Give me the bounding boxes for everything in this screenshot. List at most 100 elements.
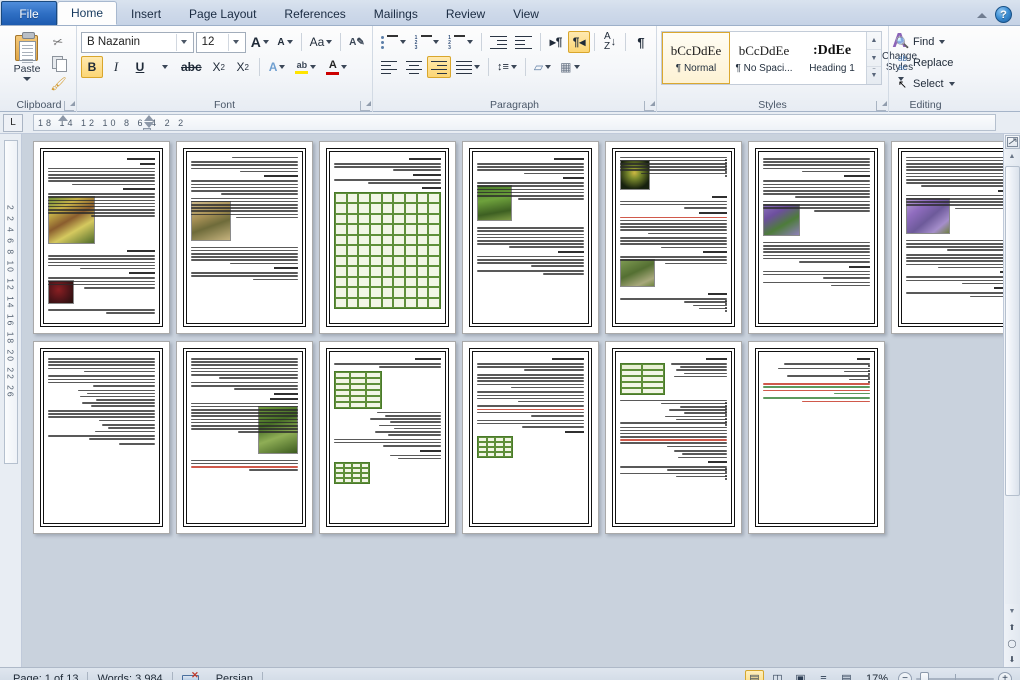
style-no-spacing[interactable]: bCcDdEe ¶ No Spaci... <box>730 32 798 84</box>
align-right-button[interactable] <box>427 56 451 78</box>
view-web-layout-button[interactable]: ▣ <box>791 670 810 680</box>
page-thumbnail-11[interactable] <box>462 341 599 534</box>
shading-button[interactable]: ▱ <box>530 56 555 78</box>
scroll-track[interactable] <box>1004 164 1020 604</box>
page-thumbnail-3[interactable] <box>319 141 456 334</box>
tab-file[interactable]: File <box>1 1 57 25</box>
zoom-level[interactable]: 17% <box>860 673 894 680</box>
page-thumbnail-1[interactable] <box>33 141 170 334</box>
style-heading-1[interactable]: :DdEe Heading 1 <box>798 32 866 84</box>
tab-home[interactable]: Home <box>57 1 118 25</box>
font-size-combo[interactable]: 12 <box>195 31 246 53</box>
page-thumbnail-13[interactable] <box>748 341 885 534</box>
text-effects-button[interactable]: A <box>265 56 290 78</box>
minimize-ribbon-icon[interactable] <box>975 8 988 21</box>
view-draft-button[interactable]: ▤ <box>837 670 856 680</box>
zoom-out-button[interactable]: − <box>898 671 912 680</box>
tab-mailings[interactable]: Mailings <box>360 3 432 25</box>
next-page-icon[interactable]: ⬇ <box>1005 651 1020 667</box>
help-icon[interactable]: ? <box>995 6 1012 23</box>
first-line-indent-marker[interactable] <box>58 115 68 121</box>
font-name-combo[interactable]: B Nazanin <box>81 31 194 53</box>
select-button[interactable]: ↖ Select <box>893 74 957 94</box>
page-thumbnail-9[interactable] <box>176 341 313 534</box>
underline-dropdown[interactable] <box>153 56 175 78</box>
page-thumbnail-2[interactable] <box>176 141 313 334</box>
align-left-button[interactable] <box>377 56 401 78</box>
language-indicator[interactable]: Persian <box>207 670 262 680</box>
styles-scroll-up-icon[interactable]: ▲ <box>867 32 881 49</box>
scroll-up-icon[interactable]: ▲ <box>1005 149 1020 164</box>
italic-button[interactable]: I <box>105 56 127 78</box>
clear-formatting-button[interactable]: A✎ <box>346 31 368 53</box>
tab-review[interactable]: Review <box>432 3 499 25</box>
hanging-indent-marker[interactable] <box>144 115 154 121</box>
multilevel-list-button[interactable]: 123 <box>444 31 477 53</box>
align-center-button[interactable] <box>402 56 426 78</box>
increase-indent-button[interactable] <box>511 31 536 53</box>
highlight-color-button[interactable]: ab <box>291 56 320 78</box>
styles-more-icon[interactable]: ▼ ‾ <box>867 66 881 84</box>
scroll-down-icon[interactable]: ▼ <box>1005 604 1020 619</box>
justify-button[interactable] <box>452 56 484 78</box>
replace-button[interactable]: ab ac Replace <box>893 53 957 73</box>
styles-dialog-launcher[interactable] <box>876 101 887 111</box>
font-size-dropdown-icon[interactable] <box>227 33 243 51</box>
shrink-font-button[interactable]: A <box>274 31 296 53</box>
paragraph-dialog-launcher[interactable] <box>644 101 655 111</box>
page-indicator[interactable]: Page: 1 of 13 <box>4 670 87 680</box>
change-case-button[interactable]: Aa <box>307 31 335 53</box>
view-print-layout-button[interactable]: ▤ <box>744 670 764 680</box>
document-canvas[interactable] <box>22 134 1003 667</box>
proofing-status[interactable] <box>173 670 207 680</box>
subscript-button[interactable]: X2 <box>208 56 230 78</box>
page-thumbnail-10[interactable] <box>319 341 456 534</box>
ltr-text-direction-button[interactable]: ▸¶ <box>545 31 567 53</box>
numbering-button[interactable]: 123 <box>411 31 444 53</box>
zoom-in-button[interactable]: + <box>998 671 1012 680</box>
split-window-handle[interactable] <box>1004 135 1020 149</box>
line-spacing-button[interactable]: ↕≡ <box>493 56 521 78</box>
bold-button[interactable]: B <box>81 56 103 78</box>
find-button[interactable]: 🔍 Find <box>893 32 957 52</box>
vertical-ruler[interactable]: 2 2 4 6 8 10 12 14 16 18 20 22 26 <box>3 140 18 464</box>
select-browse-object-icon[interactable]: ◯ <box>1005 635 1020 651</box>
styles-scroll-down-icon[interactable]: ▼ <box>867 48 881 67</box>
cut-button[interactable]: ✂ <box>48 32 69 51</box>
font-dialog-launcher[interactable] <box>360 101 371 111</box>
indent-square-marker[interactable] <box>143 128 151 130</box>
rtl-text-direction-button[interactable]: ¶◂ <box>568 31 591 53</box>
grow-font-button[interactable]: A <box>248 31 272 53</box>
zoom-slider[interactable] <box>916 671 994 680</box>
sort-button[interactable]: A Z ↓ <box>599 31 621 53</box>
tab-page-layout[interactable]: Page Layout <box>175 3 270 25</box>
page-thumbnail-5[interactable] <box>605 141 742 334</box>
page-thumbnail-4[interactable] <box>462 141 599 334</box>
tab-references[interactable]: References <box>270 3 359 25</box>
page-thumbnail-7[interactable] <box>891 141 1003 334</box>
tab-stop-selector[interactable]: L <box>3 113 23 132</box>
paste-dropdown-icon[interactable] <box>23 77 31 81</box>
font-color-button[interactable]: A <box>322 56 351 78</box>
scroll-thumb[interactable] <box>1004 166 1020 496</box>
bullets-button[interactable] <box>377 31 410 53</box>
strikethrough-button[interactable]: abc <box>177 56 206 78</box>
borders-button[interactable]: ▦ <box>556 56 583 78</box>
vertical-scrollbar[interactable]: ▲ ▼ ⬆ ◯ ⬇ <box>1003 134 1020 667</box>
format-painter-button[interactable]: 🖌 <box>48 74 69 93</box>
copy-button[interactable] <box>48 53 69 72</box>
page-thumbnail-12[interactable] <box>605 341 742 534</box>
tab-view[interactable]: View <box>499 3 553 25</box>
page-thumbnail-8[interactable] <box>33 341 170 534</box>
word-count[interactable]: Words: 3,984 <box>88 670 171 680</box>
zoom-slider-handle[interactable] <box>920 671 929 680</box>
view-full-screen-reading-button[interactable]: ◫ <box>768 670 787 680</box>
page-thumbnail-6[interactable] <box>748 141 885 334</box>
horizontal-ruler[interactable]: 18 14 12 10 8 6 4 2 2 <box>33 114 996 131</box>
show-formatting-marks-button[interactable]: ¶ <box>630 31 652 53</box>
view-outline-button[interactable]: ≡ <box>814 670 833 680</box>
tab-insert[interactable]: Insert <box>117 3 175 25</box>
style-normal[interactable]: bCcDdEe ¶ Normal <box>662 32 730 84</box>
underline-button[interactable]: U <box>129 56 151 78</box>
clipboard-dialog-launcher[interactable] <box>64 101 75 111</box>
